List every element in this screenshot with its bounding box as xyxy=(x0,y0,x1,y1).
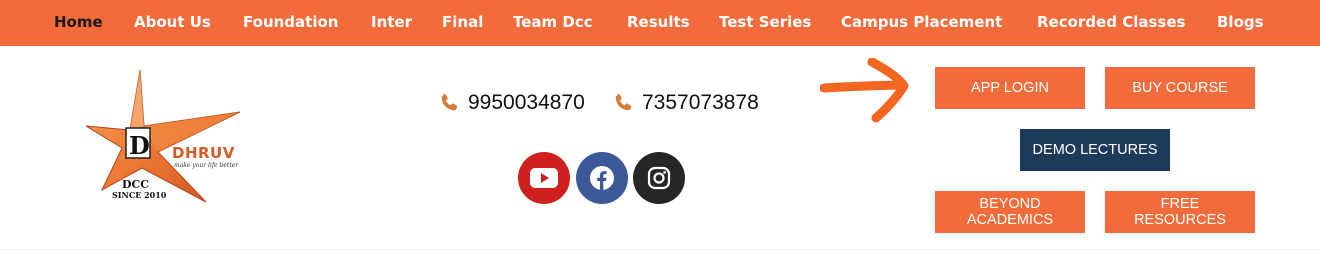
nav-item-foundation[interactable]: Foundation xyxy=(243,0,338,46)
nav-item-campus-placement[interactable]: Campus Placement xyxy=(841,0,1002,46)
phone-link-2[interactable]: 7357073878 xyxy=(612,88,759,118)
instagram-icon xyxy=(647,166,671,190)
beyond-academics-button[interactable]: BEYOND ACADEMICS xyxy=(935,191,1085,233)
phone-link-1[interactable]: 9950034870 xyxy=(438,88,585,118)
nav-item-home[interactable]: Home xyxy=(54,0,103,46)
logo-tagline: make your life better xyxy=(174,162,239,169)
facebook-link[interactable] xyxy=(576,152,628,204)
facebook-icon xyxy=(590,166,614,190)
phone-icon xyxy=(441,93,458,111)
instagram-link[interactable] xyxy=(633,152,685,204)
arrow-right-icon xyxy=(820,58,909,123)
demo-lectures-button[interactable]: DEMO LECTURES xyxy=(1020,129,1170,171)
phone-icon xyxy=(615,93,632,111)
star-logo-icon: D xyxy=(85,69,241,203)
nav-item-recorded-classes[interactable]: Recorded Classes xyxy=(1037,0,1185,46)
nav-item-test-series[interactable]: Test Series xyxy=(719,0,811,46)
top-navigation-bar: Home About Us Foundation Inter Final Tea… xyxy=(0,0,1320,46)
youtube-link[interactable] xyxy=(518,152,570,204)
nav-item-final[interactable]: Final xyxy=(442,0,483,46)
youtube-icon xyxy=(530,168,558,188)
phone-number: 7357073878 xyxy=(642,91,759,114)
site-logo[interactable]: D DHRUV make your life better DCC SINCE … xyxy=(80,66,250,206)
app-login-button[interactable]: APP LOGIN xyxy=(935,67,1085,109)
divider xyxy=(0,249,1320,250)
phone-number: 9950034870 xyxy=(468,91,585,114)
nav-item-results[interactable]: Results xyxy=(627,0,690,46)
logo-letter: D xyxy=(129,131,150,160)
logo-since-text: SINCE 2010 xyxy=(112,190,167,200)
nav-item-blogs[interactable]: Blogs xyxy=(1217,0,1264,46)
logo-brand-text: DHRUV xyxy=(172,144,235,162)
nav-item-about-us[interactable]: About Us xyxy=(134,0,211,46)
free-resources-button[interactable]: FREE RESOURCES xyxy=(1105,191,1255,233)
buy-course-button[interactable]: BUY COURSE xyxy=(1105,67,1255,109)
nav-item-team-dcc[interactable]: Team Dcc xyxy=(513,0,593,46)
nav-item-inter[interactable]: Inter xyxy=(371,0,412,46)
